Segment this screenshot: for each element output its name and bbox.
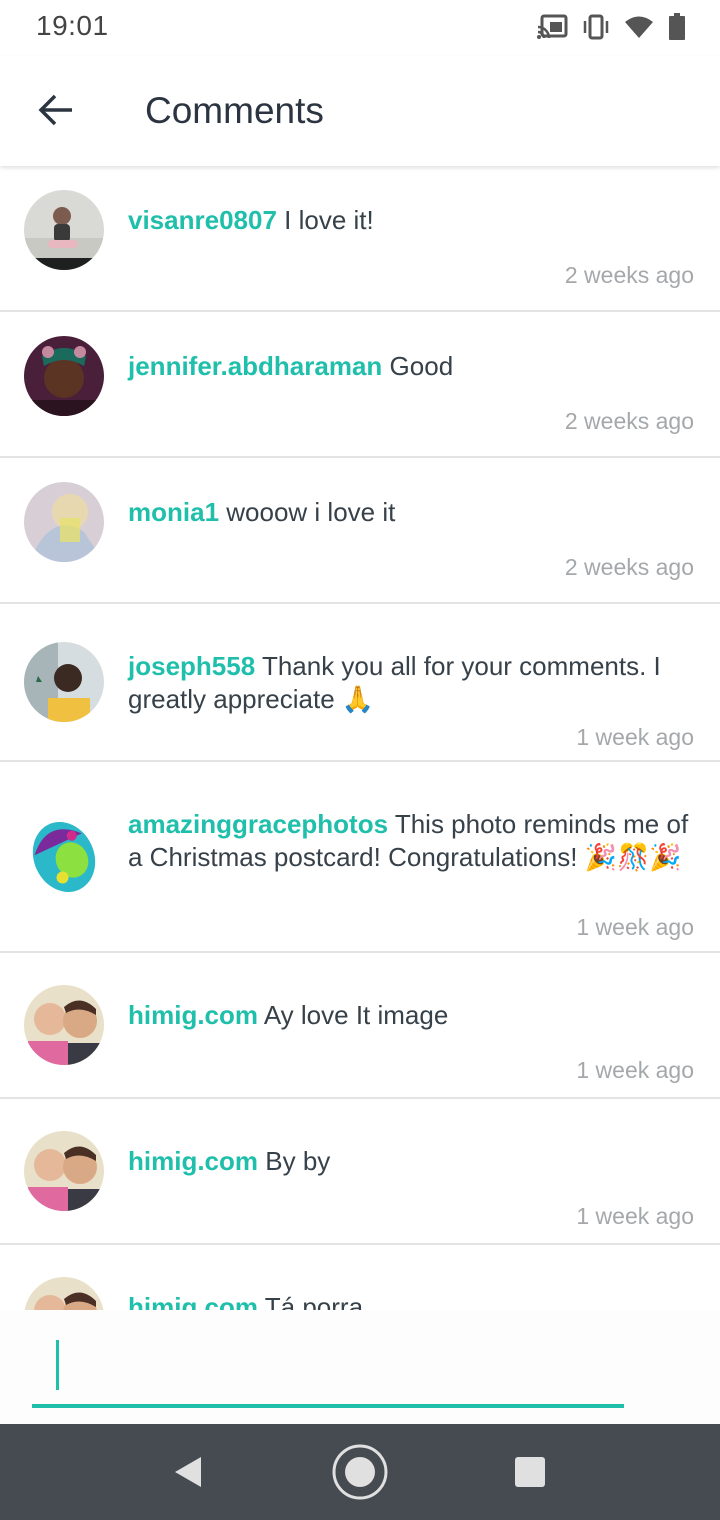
comment-text: monia1 wooow i love it — [128, 496, 694, 529]
comment-message: Tá porra — [264, 1292, 364, 1310]
nav-home-button[interactable] — [330, 1442, 390, 1502]
avatar[interactable] — [24, 985, 104, 1065]
comment-username[interactable]: himig.com — [128, 1146, 258, 1176]
battery-icon — [668, 13, 686, 41]
comment-username[interactable]: himig.com — [128, 1000, 258, 1030]
avatar[interactable] — [24, 1131, 104, 1211]
comment-text: joseph558 Thank you all for your comment… — [128, 650, 694, 716]
comment-message: Ay love It image — [263, 1000, 449, 1030]
comment-username[interactable]: monia1 — [128, 497, 219, 527]
nav-recents-button[interactable] — [500, 1442, 560, 1502]
comment-username[interactable]: amazinggracephotos — [128, 809, 388, 839]
avatar[interactable] — [24, 336, 104, 416]
comment-text: himig.com Tá porra — [128, 1291, 694, 1310]
status-bar: 19:01 — [0, 0, 720, 56]
avatar[interactable] — [24, 190, 104, 270]
comment-username[interactable]: jennifer.abdharaman — [128, 351, 382, 381]
avatar[interactable] — [24, 642, 104, 722]
comment-timestamp: 1 week ago — [576, 724, 694, 750]
navigation-bar — [0, 1424, 720, 1520]
input-underline — [32, 1404, 624, 1408]
comment-timestamp: 1 week ago — [576, 1203, 694, 1229]
arrow-left-icon — [38, 94, 72, 126]
home-circle-icon — [332, 1444, 388, 1500]
comment-item: visanre0807 I love it! 2 weeks ago — [0, 166, 720, 312]
comment-timestamp: 2 weeks ago — [564, 262, 694, 288]
cast-icon — [536, 14, 568, 40]
status-time: 19:01 — [36, 10, 109, 41]
comment-item: jennifer.abdharaman Good 2 weeks ago — [0, 312, 720, 458]
back-triangle-icon — [175, 1457, 201, 1487]
back-button[interactable] — [26, 80, 86, 140]
comment-timestamp: 1 week ago — [576, 1057, 694, 1083]
vibrate-icon — [582, 14, 610, 40]
comment-text: amazinggracephotos This photo reminds me… — [128, 808, 694, 874]
avatar[interactable] — [24, 482, 104, 562]
app-bar: Comments — [0, 56, 720, 166]
comment-timestamp: 1 week ago — [576, 914, 694, 940]
comment-timestamp: 2 weeks ago — [564, 554, 694, 580]
comment-text: jennifer.abdharaman Good — [128, 350, 694, 383]
comment-message: wooow i love it — [226, 497, 396, 527]
avatar[interactable] — [24, 1277, 104, 1310]
comment-timestamp: 2 weeks ago — [564, 408, 694, 434]
comment-text: himig.com By by — [128, 1145, 694, 1178]
comment-message: I love it! — [284, 205, 374, 235]
comment-input[interactable] — [32, 1332, 624, 1398]
recents-square-icon — [515, 1457, 545, 1487]
page-title: Comments — [145, 90, 324, 131]
wifi-icon — [624, 15, 654, 39]
avatar[interactable] — [24, 817, 104, 897]
comment-input-area — [0, 1310, 720, 1424]
comment-message: Good — [389, 351, 454, 381]
comment-message: By by — [265, 1146, 331, 1176]
comment-item: himig.com Ay love It image 1 week ago — [0, 953, 720, 1099]
comment-item: amazinggracephotos This photo reminds me… — [0, 762, 720, 953]
text-cursor — [56, 1340, 59, 1390]
comment-username[interactable]: himig.com — [128, 1292, 258, 1310]
comment-text: visanre0807 I love it! — [128, 204, 694, 237]
comment-list[interactable]: visanre0807 I love it! 2 weeks ago jenni… — [0, 166, 720, 1310]
comment-item: himig.com By by 1 week ago — [0, 1099, 720, 1245]
status-icons — [536, 12, 686, 42]
comment-text: himig.com Ay love It image — [128, 999, 694, 1032]
comment-username[interactable]: joseph558 — [128, 651, 255, 681]
comment-item: joseph558 Thank you all for your comment… — [0, 604, 720, 762]
nav-back-button[interactable] — [158, 1442, 218, 1502]
comment-item: monia1 wooow i love it 2 weeks ago — [0, 458, 720, 604]
comment-username[interactable]: visanre0807 — [128, 205, 277, 235]
comment-item: himig.com Tá porra — [0, 1245, 720, 1310]
